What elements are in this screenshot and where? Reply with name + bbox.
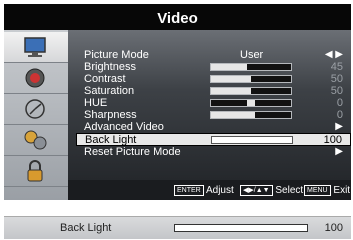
row-label: Picture Mode [84,49,149,61]
strip-label: Back Light [60,222,112,234]
menu-exit-hint: MENU Exit [304,185,350,196]
row-saturation[interactable]: Saturation 50 [68,85,351,97]
saturation-slider[interactable] [210,87,292,95]
row-label: Sharpness [84,109,137,121]
video-menu-list: Picture Mode User ◀ ▶ Brightness 45 Cont… [68,30,351,180]
chevron-right-icon: ▶ [335,121,343,132]
row-picture-mode[interactable]: Picture Mode User ◀ ▶ [68,49,351,61]
slider-fill [211,76,251,82]
hue-thumb[interactable] [247,100,255,106]
select-label: Select [275,185,304,197]
row-label: Reset Picture Mode [84,146,181,158]
row-contrast[interactable]: Contrast 50 [68,73,351,85]
row-advanced-video[interactable]: Advanced Video ▶ [68,121,351,133]
back-light-quick-bar: Back Light 100 [4,216,351,239]
exit-label: Exit [333,185,351,197]
osd-menu: Video Picture Mode User ◀ ▶ Brightness 4… [4,4,351,200]
picture-icon [24,37,46,57]
menu-key: MENU [304,185,331,196]
strip-value: 100 [324,222,343,234]
row-value: 50 [330,73,343,85]
row-label: HUE [84,97,108,109]
row-sharpness[interactable]: Sharpness 0 [68,109,351,121]
back-light-slider[interactable] [211,136,293,144]
row-label: Saturation [84,85,135,97]
hue-slider[interactable] [210,99,292,107]
row-reset-picture-mode[interactable]: Reset Picture Mode ▶ [68,146,351,158]
select-hint: ◀▶/▲▼ Select [240,185,303,196]
picture-mode-value: User [240,49,264,61]
row-label: Back Light [85,134,137,146]
adjust-label: Adjust [205,185,234,197]
rail-item-picture[interactable] [4,32,68,63]
slider-fill [211,64,247,70]
slider-fill [211,88,251,94]
row-value: 100 [323,134,342,146]
row-value: 45 [330,61,343,73]
options-icon [24,130,47,150]
footer-hints: ENTER Adjust ◀▶/▲▼ Select MENU Exit [68,180,351,200]
setup-icon [25,99,45,119]
rail-item-sound[interactable] [4,63,68,94]
row-label: Contrast [84,73,126,85]
row-value: 0 [336,97,343,109]
slider-fill [212,137,292,143]
row-label: Advanced Video [84,121,164,133]
row-back-light[interactable]: Back Light 100 [76,133,351,146]
nav-key: ◀▶/▲▼ [240,185,273,196]
strip-slider[interactable] [174,224,308,232]
sharpness-slider[interactable] [210,111,292,119]
enter-adjust-hint: ENTER Adjust [174,185,234,196]
slider-fill [211,112,255,118]
row-hue[interactable]: HUE 0 [68,97,351,109]
rail-item-lock[interactable] [4,156,68,187]
chevron-right-icon: ▶ [335,146,343,157]
contrast-slider[interactable] [210,75,292,83]
sound-icon [25,68,45,88]
row-value: 0 [336,109,343,121]
row-brightness[interactable]: Brightness 45 [68,61,351,73]
row-value: 50 [330,85,343,97]
brightness-slider[interactable] [210,63,292,71]
enter-key: ENTER [174,185,204,196]
lock-icon [27,160,43,182]
rail-item-options[interactable] [4,125,68,156]
rail-item-setup[interactable] [4,94,68,125]
row-label: Brightness [84,61,136,73]
left-right-arrows-icon[interactable]: ◀ ▶ [325,49,343,61]
category-rail [4,30,68,200]
slider-fill [175,225,307,231]
